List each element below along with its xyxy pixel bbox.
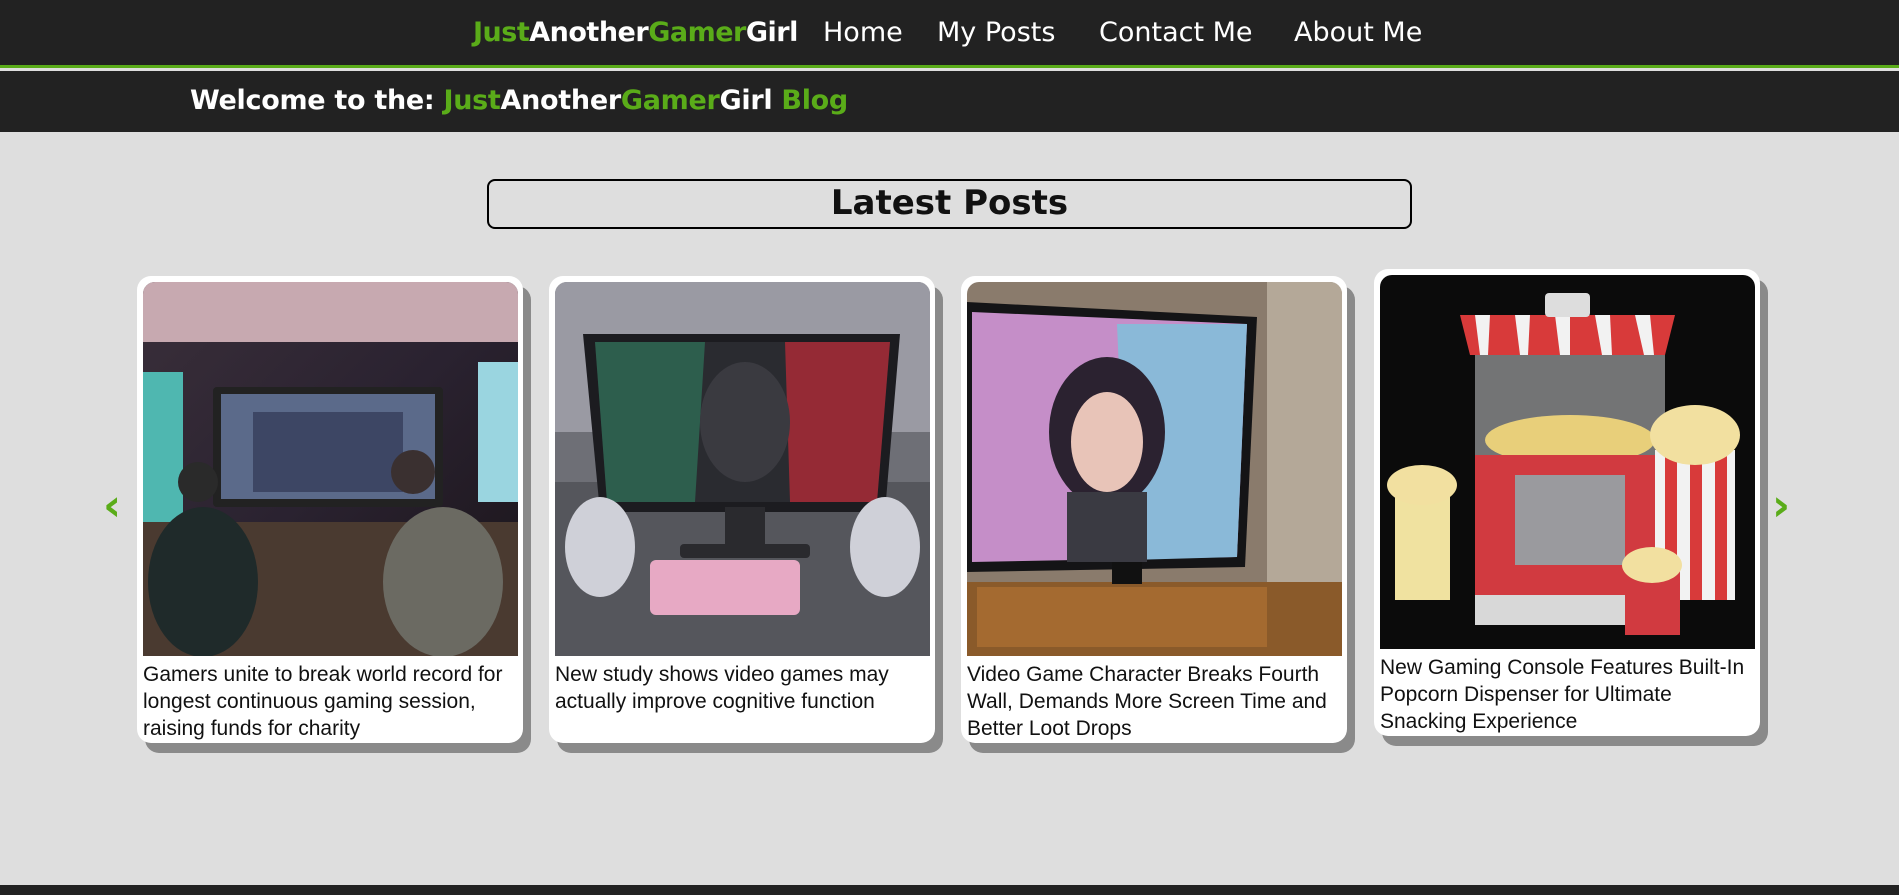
welcome-prefix: Welcome to the: [190, 85, 444, 116]
nav-my-posts[interactable]: My Posts [937, 17, 1055, 48]
welcome-suffix: Blog [772, 85, 848, 116]
logo-part-just: Just [473, 17, 530, 48]
carousel-prev-icon[interactable]: ‹ [103, 484, 121, 528]
post-card[interactable]: Gamers unite to break world record for l… [137, 276, 523, 743]
post-title[interactable]: New Gaming Console Features Built-In Pop… [1380, 654, 1758, 735]
tv-character-image [967, 282, 1342, 656]
popcorn-machine-image [1380, 275, 1755, 649]
gamers-room-image [143, 282, 518, 656]
carousel-next-icon[interactable]: › [1772, 484, 1790, 528]
post-title[interactable]: Gamers unite to break world record for l… [143, 661, 521, 742]
welcome-brand-another: Another [500, 85, 622, 116]
top-nav: JustAnotherGamerGirl Home My Posts Conta… [0, 0, 1899, 68]
welcome-banner: Welcome to the: JustAnotherGamerGirl Blo… [0, 71, 1899, 132]
nav-about-me[interactable]: About Me [1294, 17, 1422, 48]
post-card[interactable]: Video Game Character Breaks Fourth Wall,… [961, 276, 1347, 743]
site-logo[interactable]: JustAnotherGamerGirl [473, 17, 798, 48]
welcome-brand-gamer: Gamer [620, 85, 720, 116]
logo-part-another: Another [529, 17, 649, 48]
post-title[interactable]: Video Game Character Breaks Fourth Wall,… [967, 661, 1345, 742]
post-title[interactable]: New study shows video games may actually… [555, 661, 933, 715]
welcome-brand-just: Just [443, 85, 501, 116]
gaming-monitor-image [555, 282, 930, 656]
nav-home[interactable]: Home [823, 17, 903, 48]
logo-part-gamer: Gamer [648, 17, 746, 48]
welcome-heading: Welcome to the: JustAnotherGamerGirl Blo… [190, 85, 848, 116]
logo-part-girl: Girl [745, 17, 799, 48]
nav-contact-me[interactable]: Contact Me [1099, 17, 1253, 48]
latest-posts-title: Latest Posts [487, 179, 1412, 229]
footer-bar [0, 885, 1899, 895]
post-card[interactable]: New study shows video games may actually… [549, 276, 935, 743]
welcome-brand-girl: Girl [719, 85, 773, 116]
post-card[interactable]: New Gaming Console Features Built-In Pop… [1374, 269, 1760, 736]
